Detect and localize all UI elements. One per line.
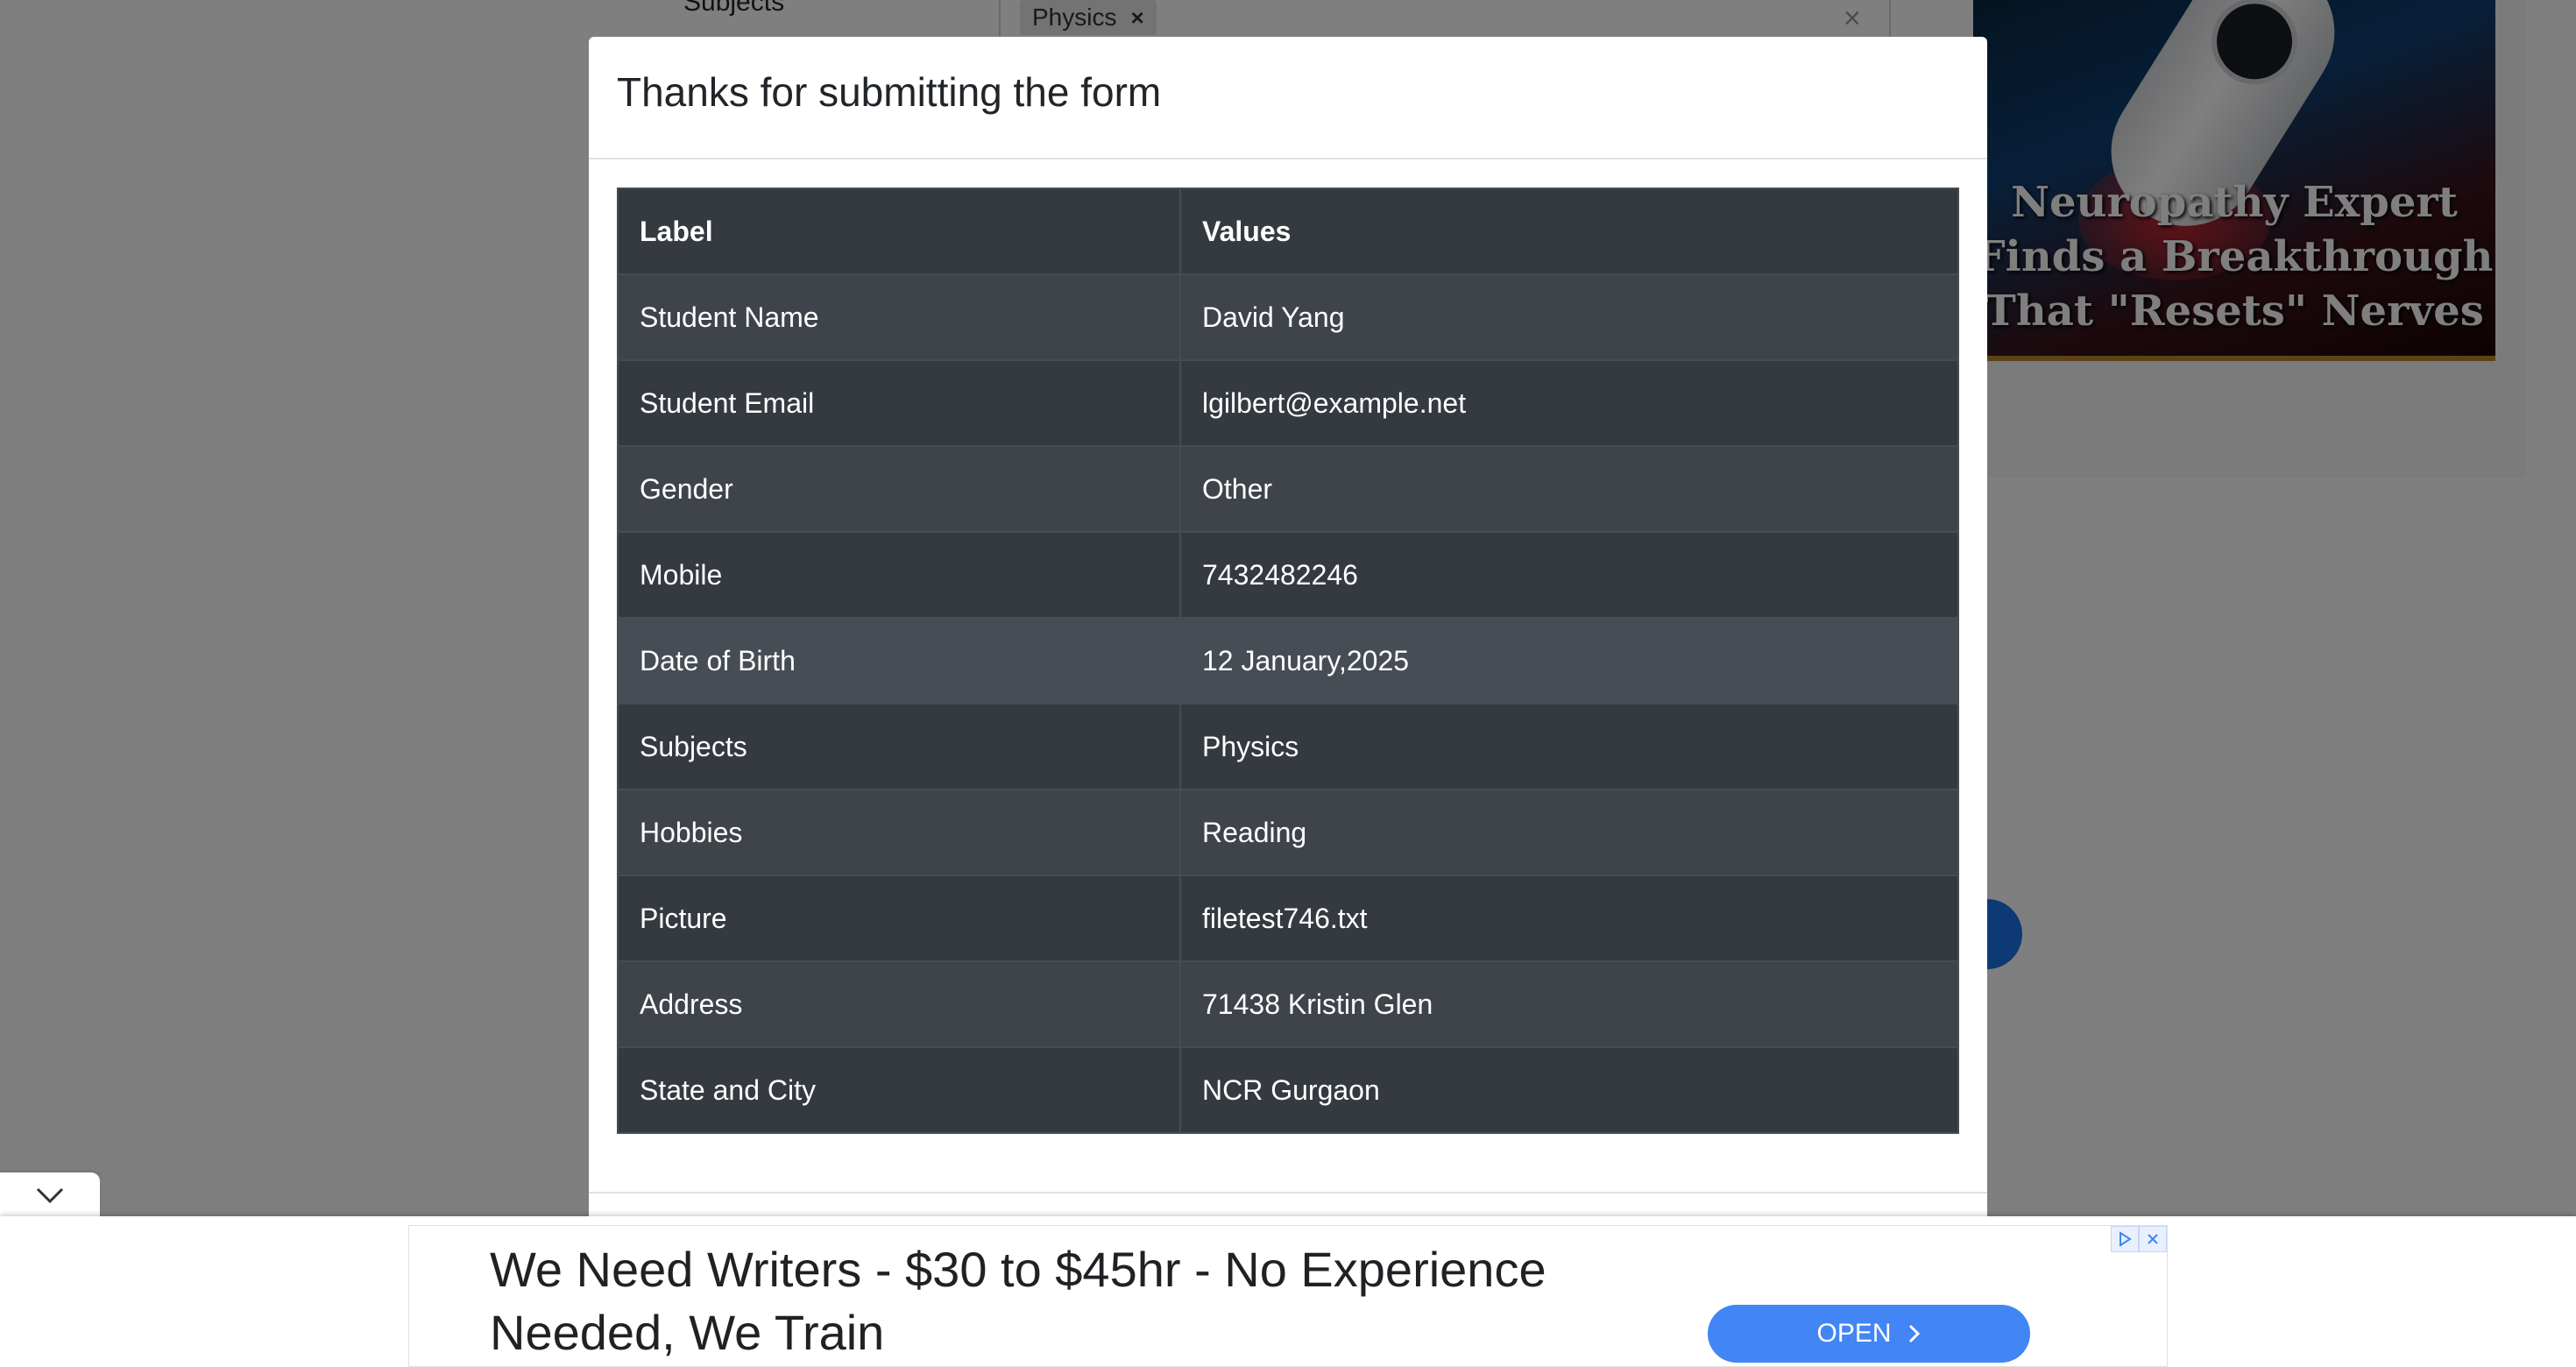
chevron-down-icon — [36, 1187, 64, 1204]
table-row: State and City NCR Gurgaon — [617, 1046, 1959, 1134]
row-label: Gender — [617, 445, 1181, 533]
table-row: Gender Other — [617, 445, 1959, 533]
ad-open-button[interactable]: OPEN — [1708, 1305, 2030, 1363]
table-row: Subjects Physics — [617, 703, 1959, 790]
results-table: Label Values Student Name David Yang Stu… — [617, 188, 1959, 1134]
row-value: 12 January,2025 — [1179, 617, 1959, 705]
table-header-row: Label Values — [617, 188, 1959, 275]
row-label: State and City — [617, 1046, 1181, 1134]
adchoices-icon[interactable] — [2111, 1226, 2139, 1252]
submission-modal: Thanks for submitting the form Label Val… — [589, 37, 1987, 1299]
row-value: 71438 Kristin Glen — [1179, 960, 1959, 1048]
row-value: David Yang — [1179, 273, 1959, 361]
chevron-right-icon — [1908, 1324, 1920, 1343]
table-row: Hobbies Reading — [617, 789, 1959, 876]
modal-body: Label Values Student Name David Yang Stu… — [589, 159, 1987, 1162]
collapse-ad-button[interactable] — [0, 1172, 100, 1218]
header-label: Label — [617, 188, 1181, 275]
row-label: Student Name — [617, 273, 1181, 361]
row-value: Physics — [1179, 703, 1959, 790]
close-icon[interactable] — [2139, 1226, 2167, 1252]
row-value: lgilbert@example.net — [1179, 359, 1959, 447]
row-label: Subjects — [617, 703, 1181, 790]
row-label: Hobbies — [617, 789, 1181, 876]
ad-badges — [2111, 1226, 2167, 1252]
header-values: Values — [1179, 188, 1959, 275]
row-label: Date of Birth — [617, 617, 1181, 705]
table-row: Address 71438 Kristin Glen — [617, 960, 1959, 1048]
bottom-ad[interactable]: We Need Writers - $30 to $45hr - No Expe… — [408, 1225, 2168, 1367]
table-row: Date of Birth 12 January,2025 — [617, 617, 1959, 705]
table-row: Mobile 7432482246 — [617, 531, 1959, 619]
table-row: Student Name David Yang — [617, 273, 1959, 361]
table-row: Student Email lgilbert@example.net — [617, 359, 1959, 447]
row-value: NCR Gurgaon — [1179, 1046, 1959, 1134]
modal-title: Thanks for submitting the form — [617, 69, 1162, 115]
row-value: filetest746.txt — [1179, 875, 1959, 962]
modal-header: Thanks for submitting the form — [589, 37, 1987, 159]
row-label: Picture — [617, 875, 1181, 962]
row-value: Other — [1179, 445, 1959, 533]
ad-open-label: OPEN — [1816, 1319, 1892, 1348]
modal-footer-divider — [589, 1192, 1987, 1193]
table-row: Picture filetest746.txt — [617, 875, 1959, 962]
row-label: Address — [617, 960, 1181, 1048]
row-label: Mobile — [617, 531, 1181, 619]
bottom-ad-bar: We Need Writers - $30 to $45hr - No Expe… — [0, 1216, 2576, 1367]
row-value: 7432482246 — [1179, 531, 1959, 619]
row-value: Reading — [1179, 789, 1959, 876]
row-label: Student Email — [617, 359, 1181, 447]
ad-headline[interactable]: We Need Writers - $30 to $45hr - No Expe… — [490, 1238, 1629, 1364]
